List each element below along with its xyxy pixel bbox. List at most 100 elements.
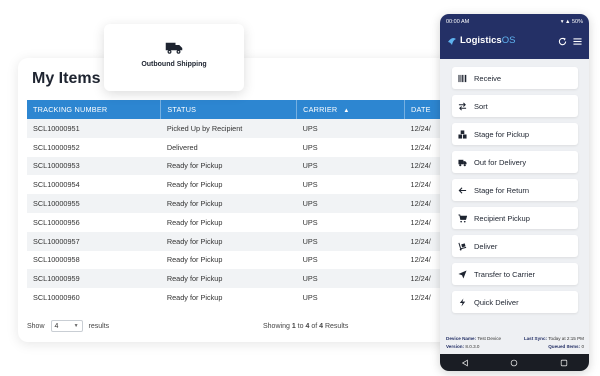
truck-icon <box>165 42 183 54</box>
status-time: 00:00 AM <box>446 19 470 25</box>
send-icon <box>458 269 467 279</box>
home-icon[interactable] <box>510 359 518 367</box>
android-nav-bar <box>440 354 589 371</box>
paging-total: 4 <box>319 322 324 330</box>
carrier-cell: UPS <box>302 274 318 284</box>
carrier-cell: UPS <box>302 293 318 303</box>
menu-item-deliver[interactable]: Deliver <box>452 235 578 257</box>
menu-item-stage-for-return[interactable]: Stage for Return <box>452 179 578 201</box>
tracking-number-cell: SCL10000955 <box>33 199 80 209</box>
paging-prefix: Showing <box>263 322 290 330</box>
queued-items-label: Queued Items: <box>548 344 581 349</box>
sort-icon[interactable]: ▲︎ <box>343 108 349 114</box>
app-header: 00:00 AM ▾ ▲︎ 50% Logistics OS <box>440 14 589 59</box>
sort-arrows-icon <box>458 102 467 110</box>
table-footer: Show 4 ▼ results Showing 1 to 4 of 4 Resu… <box>27 320 447 332</box>
table-row[interactable]: SCL10000954 Ready for Pickup UPS 12/24/ <box>27 175 458 195</box>
battery-level: 50% <box>571 19 583 25</box>
status-cell: Ready for Pickup <box>166 217 223 227</box>
table-row[interactable]: SCL10000955 Ready for Pickup UPS 12/24/ <box>27 194 458 213</box>
show-label: Show <box>27 322 45 330</box>
back-icon[interactable] <box>461 359 469 367</box>
page-size-select[interactable]: 4 ▼ <box>50 320 83 332</box>
recents-icon[interactable] <box>560 359 568 367</box>
menu-item-label: Deliver <box>474 241 498 251</box>
menu-item-label: Out for Delivery <box>474 157 527 167</box>
last-sync-label: Last Sync: <box>523 336 548 341</box>
status-cell: Ready for Pickup <box>166 199 223 209</box>
my-items-card: My Items TRACKING NUMBER STATUS CARRIER ▲… <box>18 58 458 342</box>
status-cell: Delivered <box>166 142 198 152</box>
paging-from: 1 <box>291 322 296 330</box>
table-row[interactable]: SCL10000951 Picked Up by Recipient UPS 12/2… <box>27 119 458 138</box>
hamburger-menu-icon[interactable] <box>573 37 582 46</box>
paging-summary: Showing 1 to 4 of 4 Results <box>263 323 348 330</box>
paging-of-word: of <box>311 322 318 330</box>
device-info: Device Name: Test Device Last Sync: Toda… <box>440 332 589 354</box>
device-info-row-2: Version: 8.0.3.0 Queued Items: 0 <box>446 344 584 349</box>
truck-icon <box>458 159 467 166</box>
menu-item-label: Recipient Pickup <box>474 213 530 223</box>
paging-to-word: to <box>297 322 304 330</box>
status-cell: Ready for Pickup <box>166 274 223 284</box>
bolt-icon <box>459 297 466 307</box>
table-row[interactable]: SCL10000958 Ready for Pickup UPS 12/24/ <box>27 250 458 270</box>
arrow-left-icon <box>458 186 467 194</box>
results-label: results <box>88 322 110 330</box>
logo-icon <box>448 37 456 45</box>
paging-to: 4 <box>305 322 310 330</box>
version-value: 8.0.3.0 <box>465 344 480 349</box>
device-info-row-1: Device Name: Test Device Last Sync: Toda… <box>446 336 584 341</box>
column-header-status[interactable]: STATUS <box>160 100 298 119</box>
table-row[interactable]: SCL10000956 Ready for Pickup UPS 12/24/ <box>27 212 458 232</box>
menu-item-transfer-to-carrier[interactable]: Transfer to Carrier <box>452 263 578 285</box>
menu-item-label: Quick Deliver <box>474 297 519 307</box>
brand-suffix: OS <box>501 35 516 46</box>
menu-item-quick-deliver[interactable]: Quick Deliver <box>452 291 578 313</box>
brand-name: Logistics <box>460 35 502 46</box>
menu-item-stage-for-pickup[interactable]: Stage for Pickup <box>452 123 578 145</box>
tracking-number-cell: SCL10000956 <box>33 217 80 227</box>
page-size-value: 4 <box>54 322 59 330</box>
tracking-number-cell: SCL10000959 <box>33 274 80 284</box>
table-row[interactable]: SCL10000960 Ready for Pickup UPS 12/24/ <box>27 288 458 307</box>
column-header-tracking[interactable]: TRACKING NUMBER <box>27 100 162 119</box>
device-name-label: Device Name: <box>446 336 477 341</box>
status-cell: Ready for Pickup <box>166 293 223 303</box>
status-cell: Ready for Pickup <box>166 255 223 265</box>
column-header-carrier[interactable]: CARRIER ▲︎ <box>296 100 406 119</box>
table-row[interactable]: SCL10000959 Ready for Pickup UPS 12/24/ <box>27 269 458 289</box>
status-indicators: ▾ ▲︎ 50% <box>560 19 583 25</box>
tracking-number-cell: SCL10000952 <box>33 142 80 152</box>
phone-app: 00:00 AM ▾ ▲︎ 50% Logistics OS Receive S… <box>440 14 589 371</box>
tracking-number-cell: SCL10000960 <box>33 293 80 303</box>
boxes-icon <box>458 129 467 139</box>
paging-suffix: Results <box>324 322 349 330</box>
header-actions <box>558 37 582 46</box>
refresh-icon[interactable] <box>558 37 567 46</box>
status-cell: Picked Up by Recipient <box>166 123 243 133</box>
menu-item-label: Sort <box>474 101 488 111</box>
table-row[interactable]: SCL10000953 Ready for Pickup UPS 12/24/ <box>27 156 458 176</box>
carrier-cell: UPS <box>302 217 318 227</box>
menu-item-out-for-delivery[interactable]: Out for Delivery <box>452 151 578 173</box>
last-sync-value: Today at 2:15 PM <box>548 336 584 341</box>
chevron-down-icon: ▼ <box>73 323 79 329</box>
menu-item-label: Transfer to Carrier <box>474 269 535 279</box>
carrier-cell: UPS <box>302 236 318 246</box>
menu-item-recipient-pickup[interactable]: Recipient Pickup <box>452 207 578 229</box>
version-label: Version: <box>446 344 465 349</box>
tracking-number-cell: SCL10000957 <box>33 236 80 246</box>
barcode-icon <box>458 74 467 82</box>
outbound-shipping-card[interactable]: Outbound Shipping <box>104 24 244 91</box>
tracking-number-cell: SCL10000951 <box>33 123 80 133</box>
carrier-cell: UPS <box>302 142 318 152</box>
status-cell: Ready for Pickup <box>166 180 223 190</box>
carrier-cell: UPS <box>302 199 318 209</box>
table-row[interactable]: SCL10000952 Delivered UPS 12/24/ <box>27 137 458 157</box>
menu-item-receive[interactable]: Receive <box>452 67 578 89</box>
device-name-value: Test Device <box>477 336 502 341</box>
status-bar: 00:00 AM ▾ ▲︎ 50% <box>446 19 583 25</box>
menu-item-sort[interactable]: Sort <box>452 95 578 117</box>
table-row[interactable]: SCL10000957 Ready for Pickup UPS 12/24/ <box>27 231 458 251</box>
